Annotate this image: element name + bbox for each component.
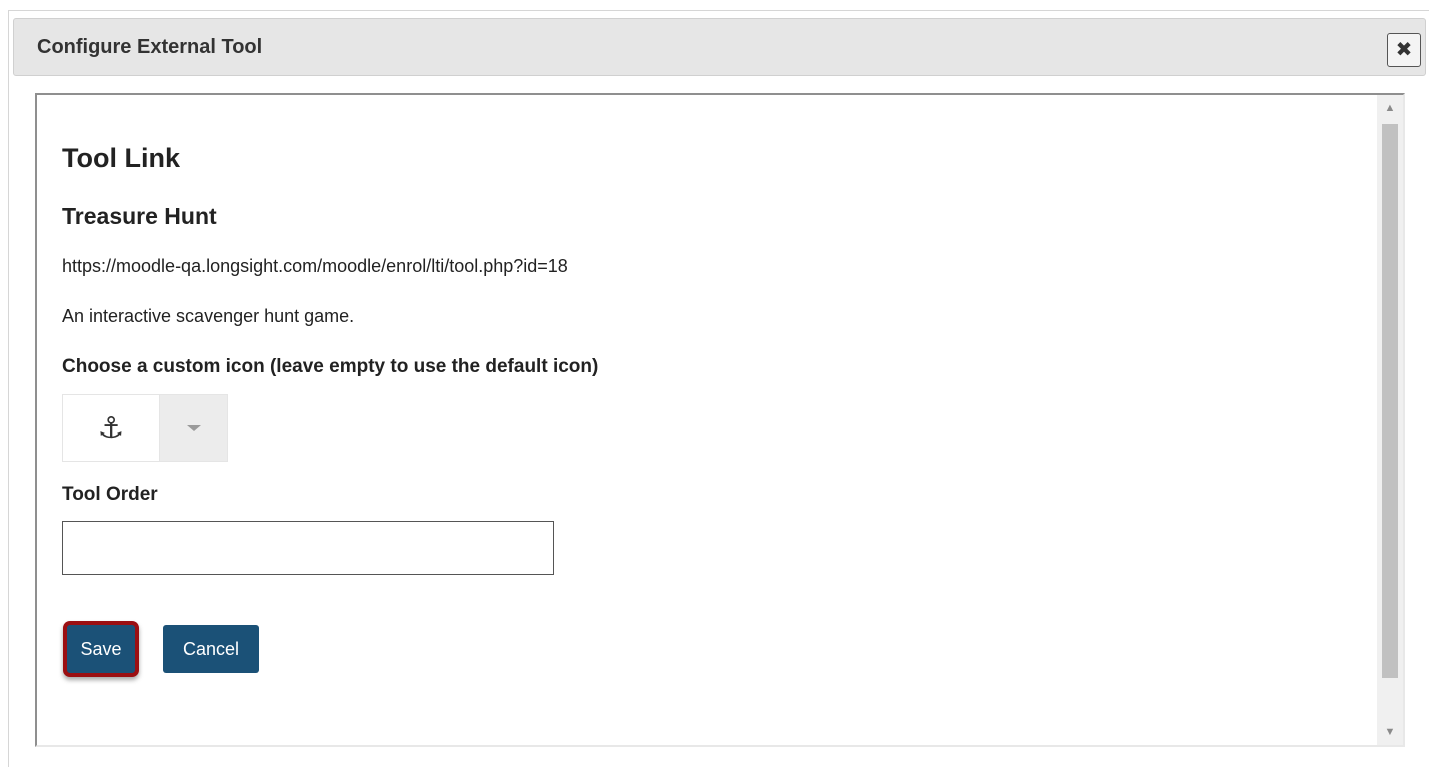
cancel-button[interactable]: Cancel xyxy=(163,625,259,673)
icon-picker[interactable]: ⚓ xyxy=(62,394,228,462)
close-icon: ✖ xyxy=(1395,39,1413,61)
form-heading: Tool Link xyxy=(62,143,180,173)
scroll-up-arrow-icon[interactable]: ▲ xyxy=(1377,95,1403,121)
scrollbar-thumb[interactable] xyxy=(1382,124,1398,678)
custom-icon-label: Choose a custom icon (leave empty to use… xyxy=(62,356,599,377)
tool-config-frame: Tool Link Treasure Hunt https://moodle-q… xyxy=(35,93,1405,747)
save-button[interactable]: Save xyxy=(67,625,135,673)
dialog-title: Configure External Tool xyxy=(37,36,263,58)
tool-url: https://moodle-qa.longsight.com/moodle/e… xyxy=(62,256,568,276)
configure-tool-dialog: Configure External Tool ✖ Tool Link Trea… xyxy=(8,10,1429,767)
tool-order-input[interactable] xyxy=(62,521,554,575)
vertical-scrollbar[interactable]: ▲ ▼ xyxy=(1377,95,1403,745)
scroll-down-arrow-icon[interactable]: ▼ xyxy=(1377,719,1403,745)
icon-preview[interactable]: ⚓ xyxy=(62,394,160,462)
anchor-icon: ⚓ xyxy=(97,411,125,445)
tool-name: Treasure Hunt xyxy=(62,203,217,229)
tool-description: An interactive scavenger hunt game. xyxy=(62,306,355,326)
dialog-titlebar: Configure External Tool ✖ xyxy=(13,18,1426,76)
close-button[interactable]: ✖ xyxy=(1387,33,1421,67)
icon-dropdown-toggle[interactable] xyxy=(160,394,228,462)
tool-order-label: Tool Order xyxy=(62,484,158,505)
caret-down-icon xyxy=(186,425,201,431)
